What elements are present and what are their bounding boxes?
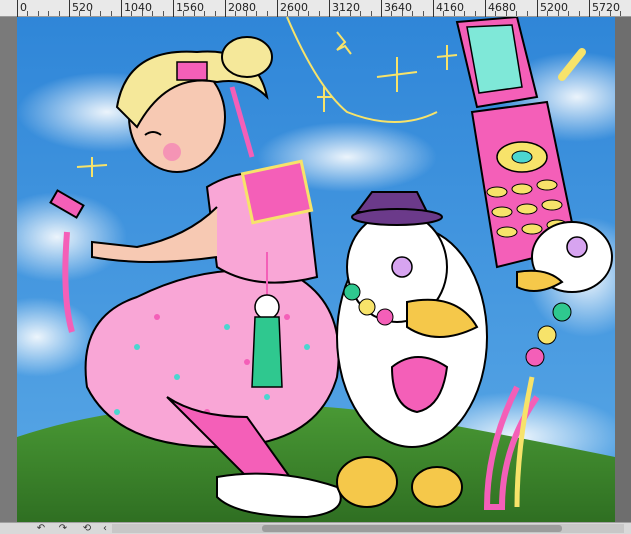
ruler-minor-tick <box>412 11 414 16</box>
ruler-minor-tick <box>58 11 60 16</box>
ruler-minor-tick <box>609 11 611 16</box>
ruler-label: 5200 <box>540 1 568 14</box>
ruler-minor-tick <box>360 11 362 16</box>
ruler-minor-tick <box>110 11 112 16</box>
ruler-minor-tick <box>370 11 372 16</box>
ruler-label: 2600 <box>280 1 308 14</box>
ruler-minor-tick <box>318 11 320 16</box>
ruler-minor-tick <box>464 11 466 16</box>
ruler-major-tick <box>121 0 122 17</box>
rotate-left-icon[interactable]: ↶ <box>34 523 48 534</box>
ruler-minor-tick <box>516 11 518 16</box>
ruler-minor-tick <box>391 11 393 16</box>
ruler-label: 5720 <box>592 1 620 14</box>
ruler-minor-tick <box>27 11 29 16</box>
ruler-major-tick <box>433 0 434 17</box>
ruler-minor-tick <box>578 11 580 16</box>
top-ruler[interactable]: 0 520 1040 1560 2080 2600 3120 3640 4160 4680 5200… <box>0 0 631 17</box>
ruler-minor-tick <box>474 11 476 16</box>
canvas-status-bar: ↶ ↷ ⟲ ‹ <box>0 522 631 534</box>
ruler-minor-tick <box>131 11 133 16</box>
ruler-minor-tick <box>266 11 268 16</box>
ruler-minor-tick <box>453 11 455 16</box>
ruler-minor-tick <box>297 11 299 16</box>
ruler-label: 4160 <box>436 1 464 14</box>
ruler-label: 0 <box>20 1 27 14</box>
ruler-minor-tick <box>620 11 622 16</box>
ruler-minor-tick <box>557 11 559 16</box>
ruler-major-tick <box>537 0 538 17</box>
drawing-canvas[interactable] <box>17 17 615 522</box>
horizontal-scrollbar[interactable] <box>112 524 624 533</box>
ruler-minor-tick <box>100 11 102 16</box>
ruler-major-tick <box>69 0 70 17</box>
ruler-minor-tick <box>79 11 81 16</box>
ruler-major-tick <box>173 0 174 17</box>
ruler-major-tick <box>329 0 330 17</box>
artwork <box>17 17 615 522</box>
ruler-minor-tick <box>339 11 341 16</box>
ruler-label: 1560 <box>176 1 204 14</box>
ruler-minor-tick <box>214 11 216 16</box>
ruler-minor-tick <box>547 11 549 16</box>
ruler-label: 3640 <box>384 1 412 14</box>
ruler-minor-tick <box>162 11 164 16</box>
ruler-minor-tick <box>568 11 570 16</box>
horizontal-scroll-thumb[interactable] <box>262 525 562 532</box>
ruler-major-tick <box>17 0 18 17</box>
ruler-label: 1040 <box>124 1 152 14</box>
ruler-minor-tick <box>37 11 39 16</box>
ruler-minor-tick <box>141 11 143 16</box>
ruler-minor-tick <box>256 11 258 16</box>
rotate-right-icon[interactable]: ↷ <box>56 523 70 534</box>
ruler-minor-tick <box>235 11 237 16</box>
ruler-major-tick <box>589 0 590 17</box>
reset-rotation-icon[interactable]: ⟲ <box>80 523 94 534</box>
ruler-label: 2080 <box>228 1 256 14</box>
ruler-minor-tick <box>287 11 289 16</box>
ruler-major-tick <box>225 0 226 17</box>
ruler-major-tick <box>381 0 382 17</box>
ruler-minor-tick <box>48 11 50 16</box>
ruler-minor-tick <box>183 11 185 16</box>
ruler-label: 4680 <box>488 1 516 14</box>
ruler-major-tick <box>277 0 278 17</box>
ruler-minor-tick <box>89 11 91 16</box>
ruler-minor-tick <box>599 11 601 16</box>
left-gutter <box>0 17 17 522</box>
ruler-minor-tick <box>401 11 403 16</box>
ruler-minor-tick <box>152 11 154 16</box>
ruler-minor-tick <box>245 11 247 16</box>
ruler-minor-tick <box>526 11 528 16</box>
ruler-label: 3120 <box>332 1 360 14</box>
ruler-minor-tick <box>422 11 424 16</box>
right-gutter <box>615 17 631 522</box>
ruler-major-tick <box>485 0 486 17</box>
ruler-minor-tick <box>349 11 351 16</box>
ruler-minor-tick <box>308 11 310 16</box>
ruler-minor-tick <box>495 11 497 16</box>
scroll-left-icon[interactable]: ‹ <box>98 523 112 534</box>
ruler-minor-tick <box>193 11 195 16</box>
ruler-minor-tick <box>505 11 507 16</box>
ruler-minor-tick <box>443 11 445 16</box>
ruler-minor-tick <box>204 11 206 16</box>
